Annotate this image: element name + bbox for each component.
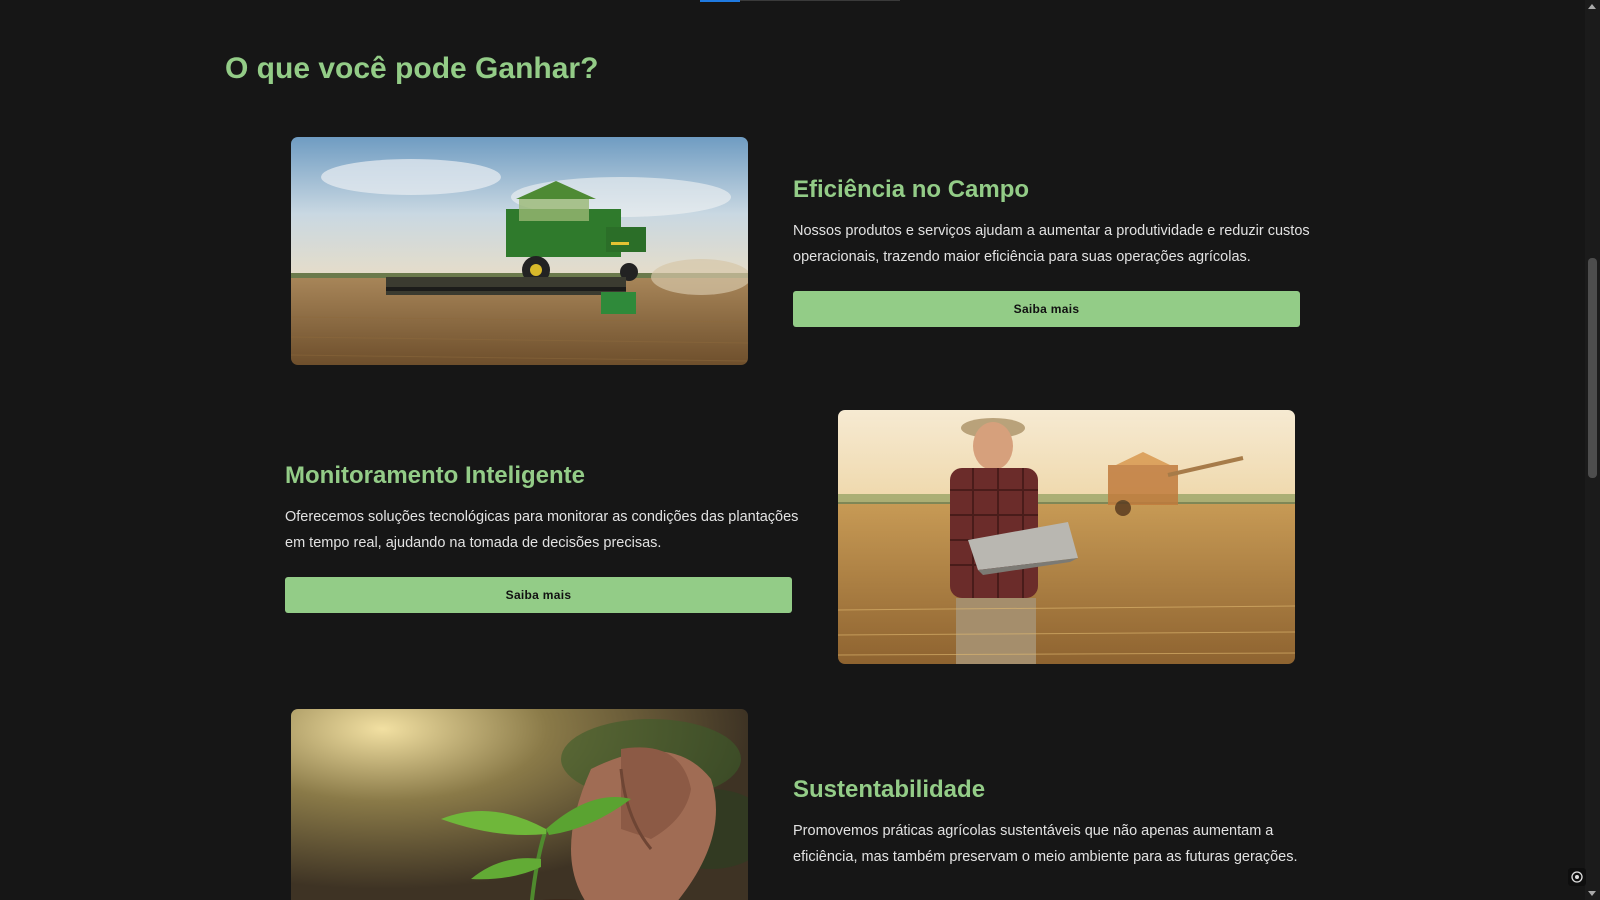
seedling-hands-image bbox=[291, 709, 748, 900]
vertical-scrollbar[interactable] bbox=[1585, 0, 1600, 900]
saiba-mais-button[interactable]: Saiba mais bbox=[793, 291, 1300, 327]
combine-harvester-image bbox=[291, 137, 748, 365]
feature-efficiency: Eficiência no Campo Nossos produtos e se… bbox=[793, 176, 1313, 327]
feature-sustainability: Sustentabilidade Promovemos práticas agr… bbox=[793, 776, 1313, 870]
saiba-mais-button[interactable]: Saiba mais bbox=[285, 577, 792, 613]
target-icon bbox=[1571, 871, 1583, 883]
scroll-down-arrow-icon[interactable] bbox=[1588, 891, 1596, 896]
feature-monitoring: Monitoramento Inteligente Oferecemos sol… bbox=[285, 462, 805, 613]
scrollbar-thumb[interactable] bbox=[1588, 258, 1597, 478]
farmer-laptop-image bbox=[838, 410, 1295, 664]
feature-title: Sustentabilidade bbox=[793, 776, 986, 803]
top-tab-indicator bbox=[700, 0, 900, 2]
feature-title: Eficiência no Campo bbox=[793, 176, 1030, 203]
feature-description: Oferecemos soluções tecnológicas para mo… bbox=[285, 509, 799, 551]
feature-description: Nossos produtos e serviços ajudam a aume… bbox=[793, 223, 1310, 265]
active-tab-indicator bbox=[700, 0, 740, 2]
scroll-up-arrow-icon[interactable] bbox=[1588, 4, 1596, 9]
corner-target-button[interactable] bbox=[1568, 868, 1586, 886]
feature-title: Monitoramento Inteligente bbox=[285, 462, 585, 489]
section-title: O que você pode Ganhar? bbox=[225, 52, 599, 85]
feature-description: Promovemos práticas agrícolas sustentáve… bbox=[793, 823, 1298, 865]
